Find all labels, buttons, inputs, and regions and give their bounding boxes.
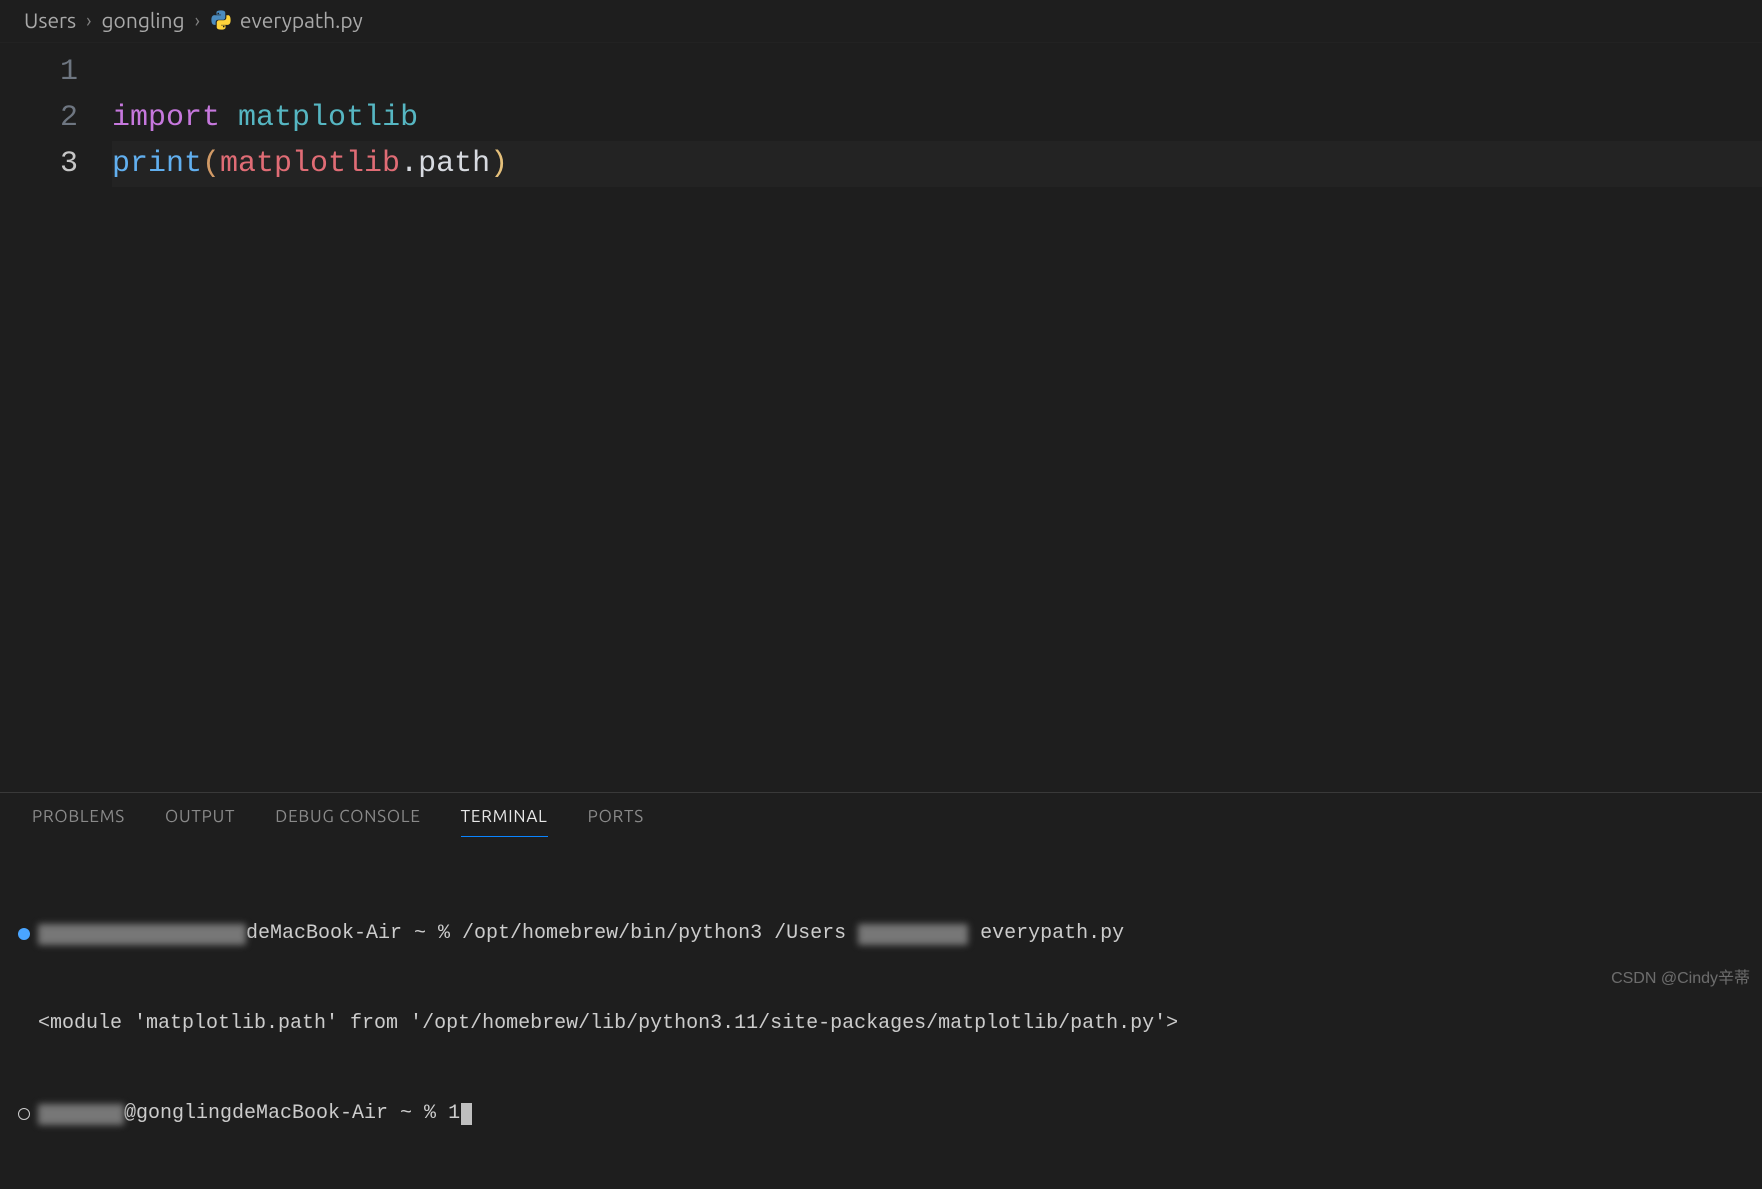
tab-debug-console[interactable]: DEBUG CONSOLE <box>275 807 420 837</box>
breadcrumb: Users › gongling › everypath.py <box>0 0 1762 43</box>
code-area[interactable]: import matplotlib print(matplotlib.path) <box>112 49 1762 187</box>
breadcrumb-item-file[interactable]: everypath.py <box>210 8 363 32</box>
tok-property: path <box>418 147 490 181</box>
terminal-cursor-icon <box>461 1103 472 1125</box>
code-line[interactable]: print(matplotlib.path) <box>112 141 1762 187</box>
breadcrumb-item-users[interactable]: Users <box>24 8 76 32</box>
tab-problems[interactable]: PROBLEMS <box>32 807 125 837</box>
terminal-line: <module 'matplotlib.path' from '/opt/hom… <box>18 1009 1748 1039</box>
tok-object: matplotlib <box>220 147 400 181</box>
terminal-view[interactable]: deMacBook-Air ~ % /opt/homebrew/bin/pyth… <box>14 837 1748 1189</box>
redacted-text <box>846 919 858 949</box>
breadcrumb-item-folder[interactable]: gongling <box>101 8 184 32</box>
line-number-gutter: 1 2 3 <box>0 49 112 187</box>
code-editor[interactable]: 1 2 3 import matplotlib print(matplotlib… <box>0 43 1762 187</box>
breadcrumb-file-label: everypath.py <box>240 8 363 32</box>
tok-function: print <box>112 147 202 181</box>
tab-ports[interactable]: PORTS <box>588 807 644 837</box>
status-dot-icon <box>18 928 30 940</box>
redacted-text <box>858 924 968 945</box>
line-number: 1 <box>0 49 78 95</box>
redacted-text <box>38 1104 124 1125</box>
terminal-prompt: @gonglingdeMacBook-Air ~ % <box>124 1099 448 1129</box>
line-number: 2 <box>0 95 78 141</box>
chevron-right-icon: › <box>195 9 200 31</box>
terminal-line: deMacBook-Air ~ % /opt/homebrew/bin/pyth… <box>18 919 1748 949</box>
status-dot-icon <box>18 1108 30 1120</box>
watermark: CSDN @Cindy辛蒂 <box>1611 964 1750 988</box>
terminal-line: @gonglingdeMacBook-Air ~ % 1 <box>18 1099 1748 1129</box>
line-number: 3 <box>0 141 78 187</box>
terminal-command: /opt/homebrew/bin/python3 /Users <box>462 919 846 949</box>
tab-output[interactable]: OUTPUT <box>165 807 235 837</box>
bottom-panel: PROBLEMS OUTPUT DEBUG CONSOLE TERMINAL P… <box>0 792 1762 992</box>
terminal-output: <module 'matplotlib.path' from '/opt/hom… <box>38 1009 1178 1039</box>
tok-paren-open: ( <box>202 147 220 181</box>
chevron-right-icon: › <box>86 9 91 31</box>
code-line[interactable]: import matplotlib <box>112 95 1762 141</box>
panel-tabs: PROBLEMS OUTPUT DEBUG CONSOLE TERMINAL P… <box>14 793 1748 837</box>
tok-module: matplotlib <box>238 101 418 135</box>
tok-paren-close: ) <box>490 147 508 181</box>
terminal-command: 1 <box>448 1099 460 1129</box>
tok-keyword: import <box>112 101 220 135</box>
terminal-prompt: deMacBook-Air ~ % <box>246 919 462 949</box>
terminal-arg: everypath.py <box>968 919 1124 949</box>
redacted-text <box>38 924 246 945</box>
python-icon <box>210 9 232 31</box>
code-line[interactable] <box>112 49 1762 95</box>
tab-terminal[interactable]: TERMINAL <box>461 807 548 837</box>
